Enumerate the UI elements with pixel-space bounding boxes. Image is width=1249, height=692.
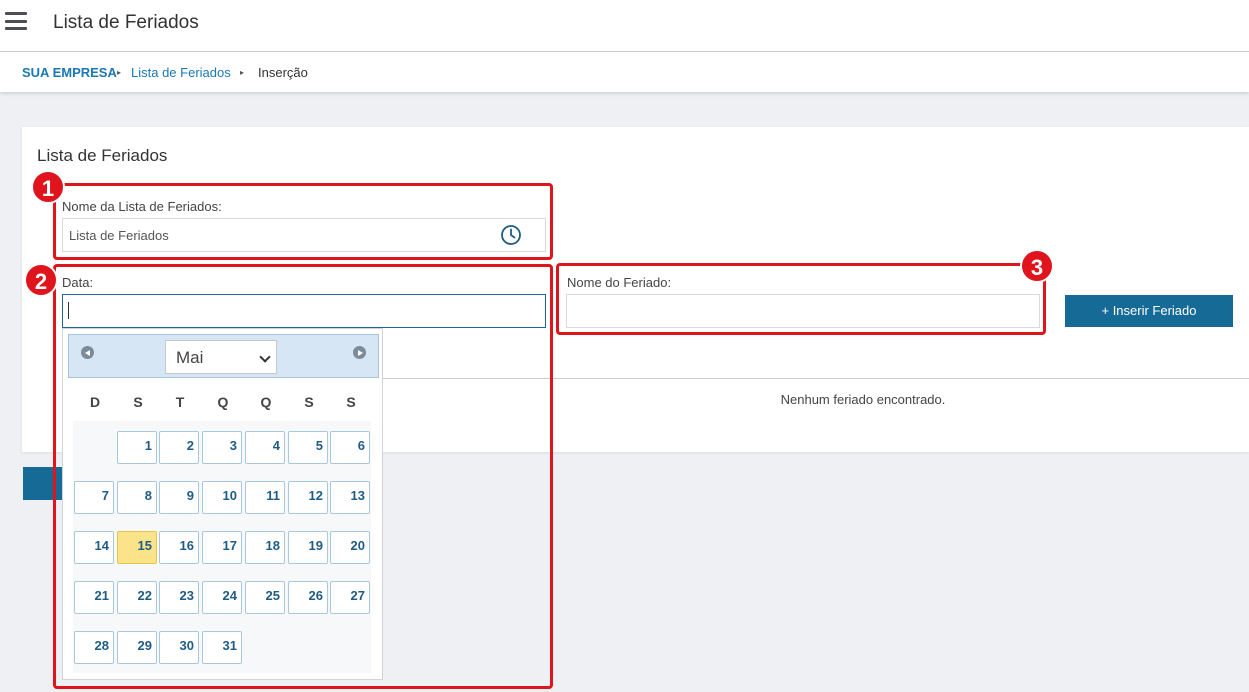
menu-icon[interactable] [5, 12, 27, 32]
breadcrumb-separator-icon: ▸ [117, 68, 122, 77]
breadcrumb: SUA EMPRESA ▸ Lista de Feriados ▸ Inserç… [0, 52, 1249, 92]
app-title: Lista de Feriados [53, 12, 199, 33]
insert-holiday-button[interactable]: + Inserir Feriado [1065, 295, 1233, 327]
card-title: Lista de Feriados [37, 146, 168, 165]
breadcrumb-separator-icon: ▸ [240, 68, 245, 77]
breadcrumb-root-link[interactable]: SUA EMPRESA [22, 65, 117, 80]
annotation-number-2: 2 [24, 263, 58, 297]
annotation-number-1: 1 [31, 170, 65, 204]
top-bar: Lista de Feriados [0, 0, 1249, 52]
annotation-box-2 [53, 264, 553, 689]
annotation-number-3: 3 [1020, 249, 1054, 283]
breadcrumb-list-link[interactable]: Lista de Feriados [131, 65, 231, 80]
annotation-box-3 [556, 263, 1046, 335]
annotation-box-1 [53, 183, 553, 260]
breadcrumb-current: Inserção [258, 65, 308, 80]
